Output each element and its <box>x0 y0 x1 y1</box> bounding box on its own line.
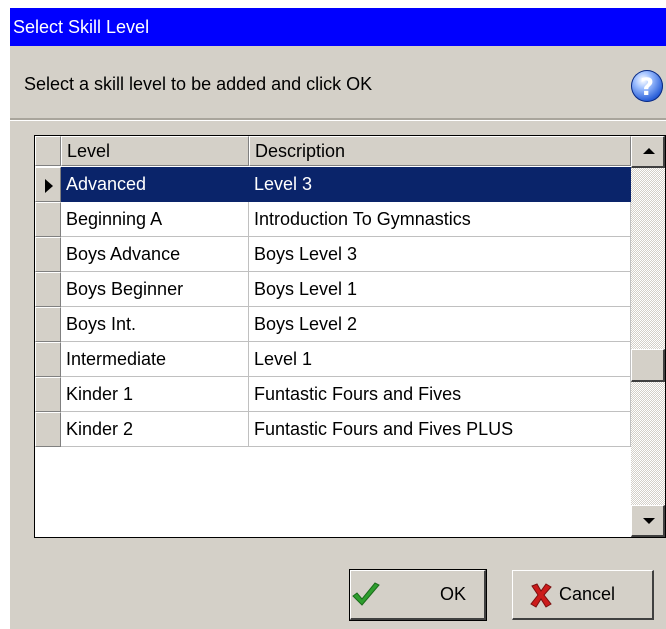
table-row[interactable]: Boys Advance Boys Level 3 <box>35 237 631 272</box>
level-cell[interactable]: Kinder 1 <box>61 377 249 412</box>
table-row[interactable]: Boys Int. Boys Level 2 <box>35 307 631 342</box>
cancel-label: Cancel <box>559 584 616 604</box>
description-cell[interactable]: Level 3 <box>249 167 631 202</box>
table-row[interactable]: Boys Beginner Boys Level 1 <box>35 272 631 307</box>
level-cell[interactable]: Intermediate <box>61 342 249 377</box>
table-row[interactable]: Intermediate Level 1 <box>35 342 631 377</box>
level-cell[interactable]: Kinder 2 <box>61 412 249 447</box>
level-cell[interactable]: Beginning A <box>61 202 249 237</box>
cancel-button[interactable]: Cancel <box>512 570 654 620</box>
table-row[interactable]: Advanced Level 3 <box>35 167 631 202</box>
description-cell[interactable]: Funtastic Fours and Fives PLUS <box>249 412 631 447</box>
description-cell[interactable]: Level 1 <box>249 342 631 377</box>
skill-level-grid[interactable]: Level Description Advanced Level 3 Beginni… <box>34 135 666 538</box>
select-skill-level-dialog: Select Skill Level Select a skill level … <box>10 8 666 629</box>
window-title: Select Skill Level <box>13 17 150 37</box>
red-x-icon <box>530 583 552 608</box>
level-cell[interactable]: Advanced <box>61 167 249 202</box>
description-cell[interactable]: Boys Level 2 <box>249 307 631 342</box>
grid-corner-cell <box>35 136 61 166</box>
column-header-description[interactable]: Description <box>249 136 631 166</box>
instruction-text: Select a skill level to be added and cli… <box>24 74 373 94</box>
vertical-scrollbar[interactable] <box>631 136 665 537</box>
description-cell[interactable]: Introduction To Gymnastics <box>249 202 631 237</box>
level-cell[interactable]: Boys Advance <box>61 237 249 272</box>
scroll-down-button[interactable] <box>631 505 665 537</box>
title-bar[interactable]: Select Skill Level <box>10 8 666 46</box>
checkmark-icon <box>352 582 380 606</box>
description-cell[interactable]: Funtastic Fours and Fives <box>249 377 631 412</box>
level-cell[interactable]: Boys Int. <box>61 307 249 342</box>
column-header-level[interactable]: Level <box>61 136 249 166</box>
instruction-panel: Select a skill level to be added and cli… <box>10 46 666 118</box>
scroll-thumb[interactable] <box>631 349 665 382</box>
description-cell[interactable]: Boys Level 1 <box>249 272 631 307</box>
table-row[interactable]: Kinder 2 Funtastic Fours and Fives PLUS <box>35 412 631 447</box>
description-cell[interactable]: Boys Level 3 <box>249 237 631 272</box>
table-row[interactable]: Beginning A Introduction To Gymnastics <box>35 202 631 237</box>
ok-label: OK <box>440 584 467 604</box>
help-icon[interactable]: ? <box>631 70 663 102</box>
level-cell[interactable]: Boys Beginner <box>61 272 249 307</box>
scroll-up-button[interactable] <box>631 136 665 168</box>
table-row[interactable]: Kinder 1 Funtastic Fours and Fives <box>35 377 631 412</box>
ok-button[interactable]: OK <box>349 569 487 621</box>
